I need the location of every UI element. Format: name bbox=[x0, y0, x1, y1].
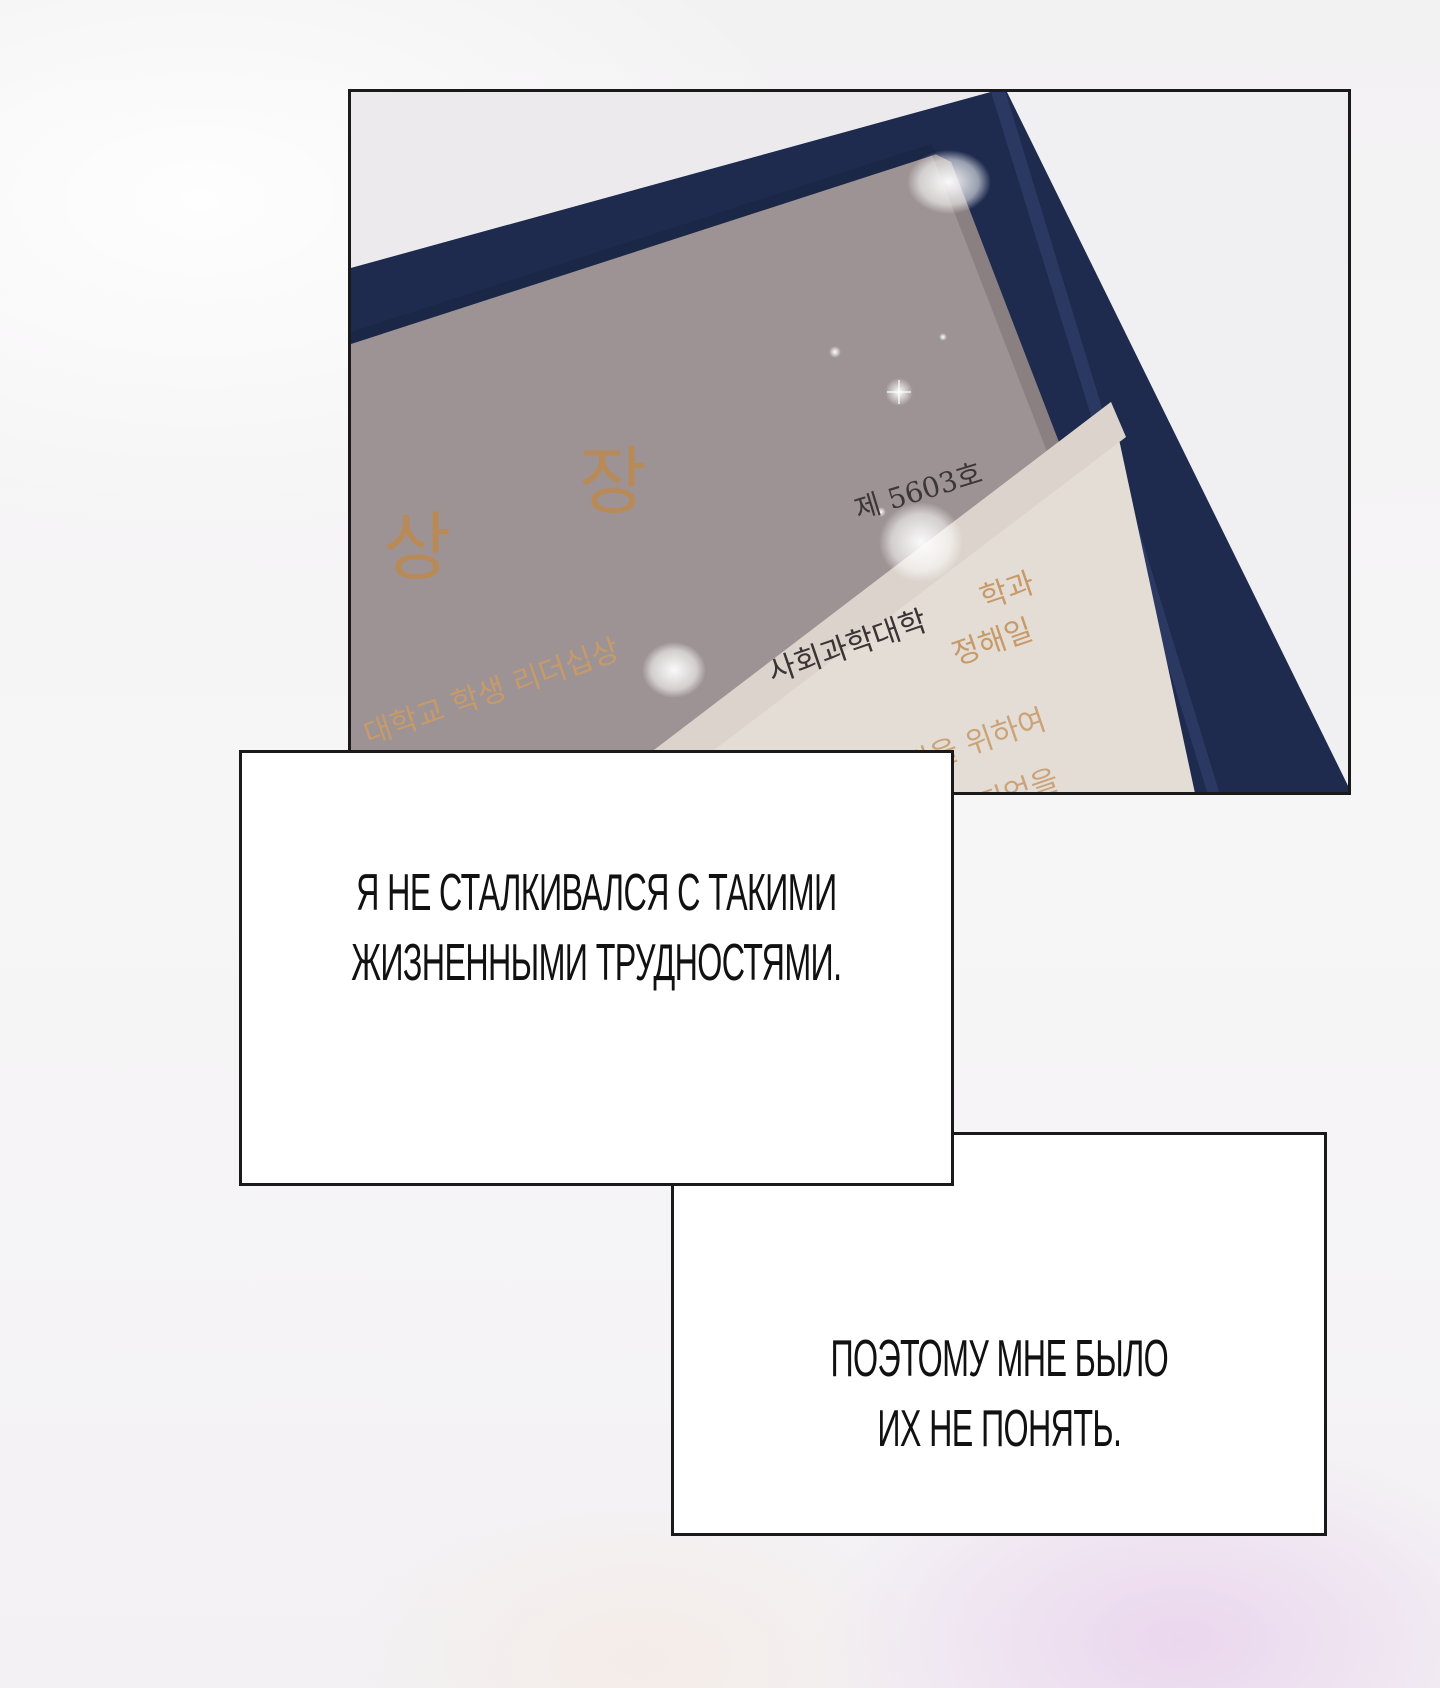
certificate-title-left: 상 bbox=[383, 505, 452, 591]
speech-first-line-1: Я НЕ СТАЛКИВАЛСЯ С ТАКИМИ bbox=[356, 864, 837, 922]
speech-second-line-1: ПОЭТОМУ МНЕ БЫЛО bbox=[830, 1330, 1168, 1388]
speech-second-line-2: ИХ НЕ ПОНЯТЬ. bbox=[877, 1400, 1122, 1458]
certificate-title-right: 장 bbox=[579, 439, 648, 525]
speech-text-first: Я НЕ СТАЛКИВАЛСЯ С ТАКИМИ ЖИЗНЕННЫМИ ТРУ… bbox=[351, 858, 842, 998]
certificate-panel: 상 장 제 5603호 대학교 학생 리더십상 사회과학대학 학과 정해일 발전… bbox=[348, 89, 1351, 795]
speech-text-second: ПОЭТОМУ МНЕ БЫЛО ИХ НЕ ПОНЯТЬ. bbox=[830, 1324, 1168, 1464]
speech-box-first: Я НЕ СТАЛКИВАЛСЯ С ТАКИМИ ЖИЗНЕННЫМИ ТРУ… bbox=[239, 750, 954, 1186]
speech-first-line-2: ЖИЗНЕННЫМИ ТРУДНОСТЯМИ. bbox=[351, 934, 842, 992]
speech-box-second: ПОЭТОМУ МНЕ БЫЛО ИХ НЕ ПОНЯТЬ. bbox=[671, 1132, 1327, 1536]
